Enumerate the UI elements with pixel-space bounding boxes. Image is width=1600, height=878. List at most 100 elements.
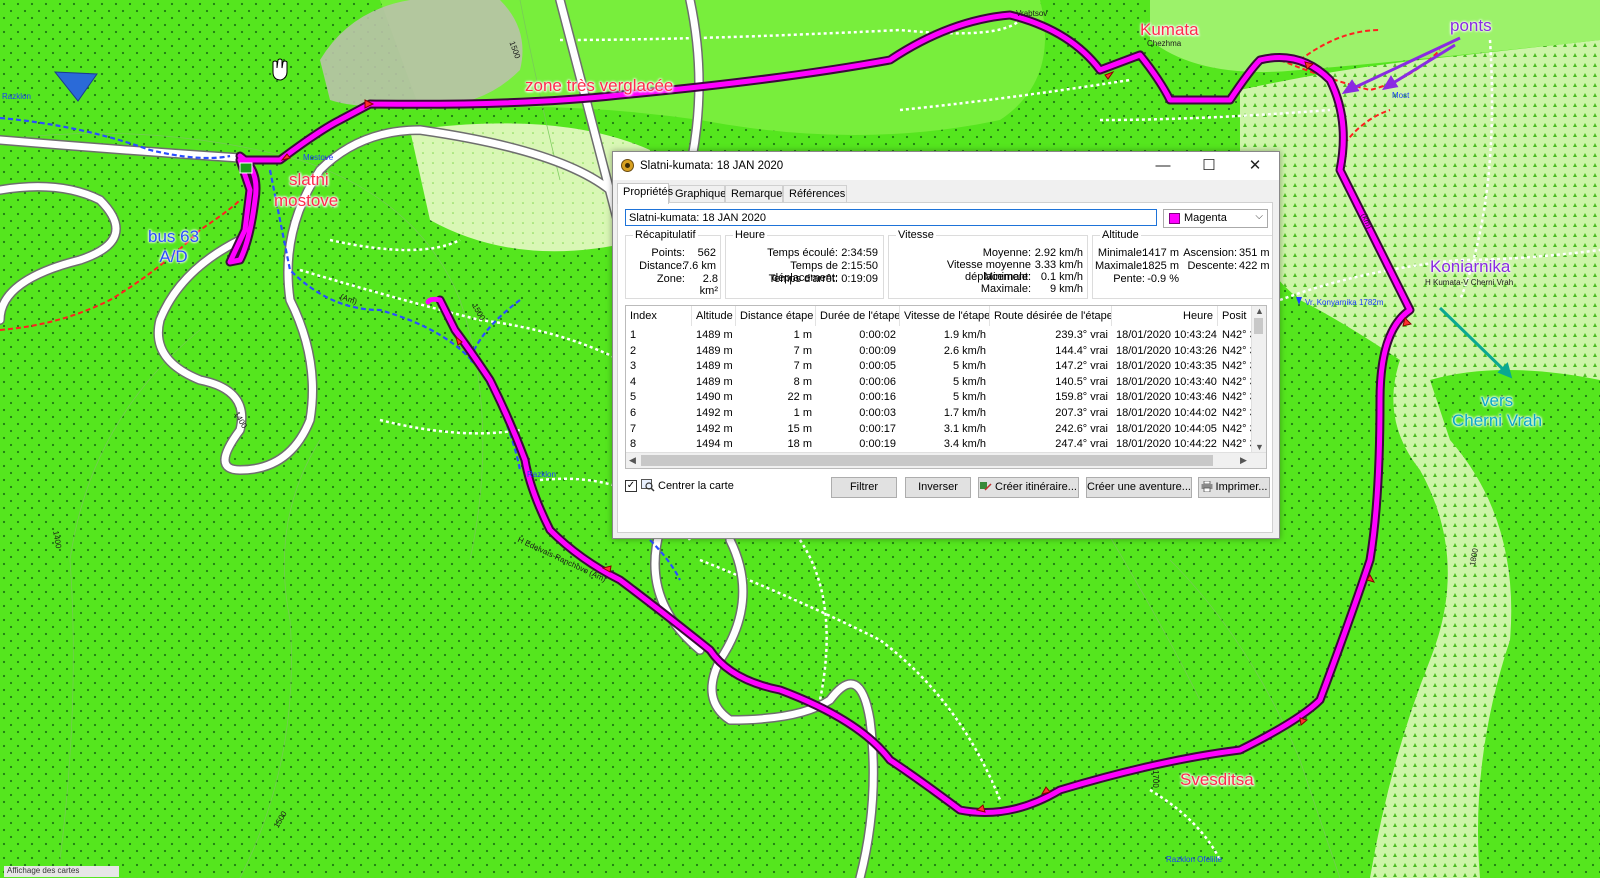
tab-properties[interactable]: Propriétés <box>617 183 673 204</box>
table-cell: 18/01/2020 10:43:24 <box>1116 329 1217 341</box>
table-cell: 18/01/2020 10:43:35 <box>1116 360 1217 373</box>
route-icon <box>980 482 992 491</box>
tab-graph[interactable]: Graphique <box>669 185 726 203</box>
create-route-button[interactable]: Créer itinéraire... <box>978 477 1079 498</box>
column-header[interactable]: Durée de l'étape <box>816 306 900 326</box>
printer-icon <box>1201 481 1213 492</box>
table-cell: 247.4° vrai <box>1055 438 1108 451</box>
table-cell: 7 m <box>793 360 812 373</box>
altitude-title: Altitude <box>1100 229 1141 241</box>
table-cell: 1490 m <box>696 391 733 404</box>
column-header[interactable]: Distance étape <box>736 306 816 326</box>
razklon-map-name: Razklon <box>527 470 556 479</box>
column-header[interactable]: Altitude <box>692 306 736 326</box>
filter-button[interactable]: Filtrer <box>831 477 897 498</box>
scroll-up-icon[interactable]: ▲ <box>1255 306 1264 316</box>
bus-line2: A/D <box>159 247 188 266</box>
column-header[interactable]: Heure <box>1112 306 1218 326</box>
scroll-thumb[interactable] <box>1254 318 1263 334</box>
table-row[interactable]: 1 1489 m 1 m 0:00:02 1.9 km/h 239.3° vrai 18/0… <box>626 328 1256 344</box>
stat-value: 1825 m <box>1142 260 1179 272</box>
table-cell: 3.1 km/h <box>943 422 986 435</box>
table-row[interactable]: 3 1489 m 7 m 0:00:05 5 km/h 147.2° vrai 18/01/… <box>626 359 1256 375</box>
stat-label: Maximale: <box>980 283 1031 295</box>
scroll-left-icon[interactable]: ◀ <box>629 455 636 466</box>
print-button[interactable]: Imprimer... <box>1198 477 1270 498</box>
table-row[interactable]: 8 1494 m 18 m 0:00:19 3.4 km/h 247.4° vrai 18/… <box>626 437 1256 453</box>
tab-remarks[interactable]: Remarques <box>725 185 788 203</box>
stat-label: Ascension: <box>1183 247 1237 259</box>
stat-label: Minimale: <box>983 271 1031 283</box>
stat-value: 1417 m <box>1142 247 1179 259</box>
column-header[interactable]: Vitesse de l'étape <box>900 306 990 326</box>
column-header[interactable]: Index <box>626 306 692 326</box>
svesditsa-label: Svesditsa <box>1180 770 1254 789</box>
table-cell: N42° 3 <box>1222 344 1254 357</box>
trackpoints-table[interactable]: Index Altitude Distance étape Durée de l… <box>625 305 1267 469</box>
table-cell: 1489 m <box>696 344 733 357</box>
center-map-label: Centrer la carte <box>658 480 734 492</box>
table-cell: 0:00:03 <box>859 407 896 419</box>
altitude-1700-label: 1700 <box>1151 770 1160 788</box>
table-row[interactable]: 2 1489 m 7 m 0:00:09 2.6 km/h 144.4° vrai 18/0… <box>626 344 1256 360</box>
stat-label: Temps écoulé: <box>767 247 838 259</box>
table-cell: 207.3° vrai <box>1055 407 1108 419</box>
table-row[interactable]: 7 1492 m 15 m 0:00:17 3.1 km/h 242.6° vrai 18/… <box>626 422 1256 438</box>
mostove-label: mostove <box>274 191 339 210</box>
table-row[interactable]: 6 1492 m 1 m 0:00:03 1.7 km/h 207.3° vrai 18/0… <box>626 406 1256 422</box>
tab-references[interactable]: Références <box>783 185 847 203</box>
table-cell: 0:00:17 <box>859 422 896 435</box>
hand-cursor-icon <box>272 58 288 81</box>
table-cell: 147.2° vrai <box>1055 360 1108 373</box>
kumata-trail-name: H Kumata-V Cherni Vrah <box>1425 278 1514 287</box>
table-cell: 0:00:09 <box>859 344 896 357</box>
table-cell: 5 km/h <box>952 391 986 404</box>
scroll-down-icon[interactable]: ▼ <box>1255 442 1264 452</box>
vertical-scrollbar[interactable]: ▲ ▼ <box>1251 306 1266 452</box>
center-map-checkbox[interactable]: ✓ <box>625 480 637 492</box>
vrabtsov-name: Vrabtsov <box>1016 9 1048 18</box>
chevron-down-icon: ⌵ <box>1255 211 1263 222</box>
table-cell: 0:00:06 <box>859 375 896 388</box>
table-cell: 18/01/2020 10:43:40 <box>1116 375 1217 388</box>
table-cell: 1489 m <box>696 329 733 341</box>
table-cell: 1492 m <box>696 407 733 419</box>
print-label: Imprimer... <box>1215 481 1268 493</box>
stat-value: 2:34:59 <box>841 247 878 259</box>
table-cell: 4 <box>630 375 637 388</box>
stat-label: Zone: <box>656 273 685 285</box>
stat-label: Maximale: <box>1095 260 1146 272</box>
maximize-button[interactable]: ☐ <box>1186 152 1232 180</box>
track-name-input[interactable] <box>625 209 1157 226</box>
ponts-label: ponts <box>1450 16 1492 35</box>
speed-group: Vitesse Moyenne: 2.92 km/h Vitesse moyen… <box>888 229 1088 299</box>
vers-text: vers <box>1480 391 1514 410</box>
invert-button[interactable]: Inverser <box>905 477 971 498</box>
table-cell: 1 m <box>793 407 812 419</box>
table-cell: N42° 3 <box>1222 407 1254 419</box>
altitude-group: Altitude Minimale: 1417 m Ascension: 351… <box>1092 229 1272 299</box>
table-cell: N42° 3 <box>1222 375 1254 388</box>
table-cell: N42° 3 <box>1222 329 1254 341</box>
create-adventure-button[interactable]: Créer une aventure... <box>1086 477 1192 498</box>
table-cell: 242.6° vrai <box>1055 422 1108 435</box>
close-button[interactable]: ✕ <box>1232 152 1278 180</box>
column-header[interactable]: Posit <box>1218 306 1254 326</box>
stat-label: Points: <box>651 247 685 259</box>
table-cell: 5 <box>630 391 637 404</box>
horizontal-scrollbar[interactable]: ◀ ▶ <box>626 452 1266 468</box>
stat-label: Descente: <box>1187 260 1237 272</box>
minimize-button[interactable]: — <box>1140 152 1186 180</box>
table-row[interactable]: 4 1489 m 8 m 0:00:06 5 km/h 140.5° vrai 18/01/… <box>626 375 1256 391</box>
table-row[interactable]: 5 1490 m 22 m 0:00:16 5 km/h 159.8° vrai 18/01… <box>626 390 1256 406</box>
table-cell: 5 km/h <box>952 360 986 373</box>
scroll-right-icon[interactable]: ▶ <box>1240 455 1247 466</box>
dialog-titlebar[interactable]: Slatni-kumata: 18 JAN 2020 — ☐ ✕ <box>613 152 1279 180</box>
basecamp-app-icon <box>621 159 634 172</box>
scroll-thumb[interactable] <box>641 455 1213 466</box>
color-dropdown[interactable]: Magenta ⌵ <box>1163 209 1268 228</box>
koniarnika-label: Koniarnika <box>1430 257 1511 276</box>
table-cell: 239.3° vrai <box>1055 329 1108 341</box>
column-header[interactable]: Route désirée de l'étape <box>990 306 1112 326</box>
bus-line1: bus 63 <box>148 227 200 246</box>
